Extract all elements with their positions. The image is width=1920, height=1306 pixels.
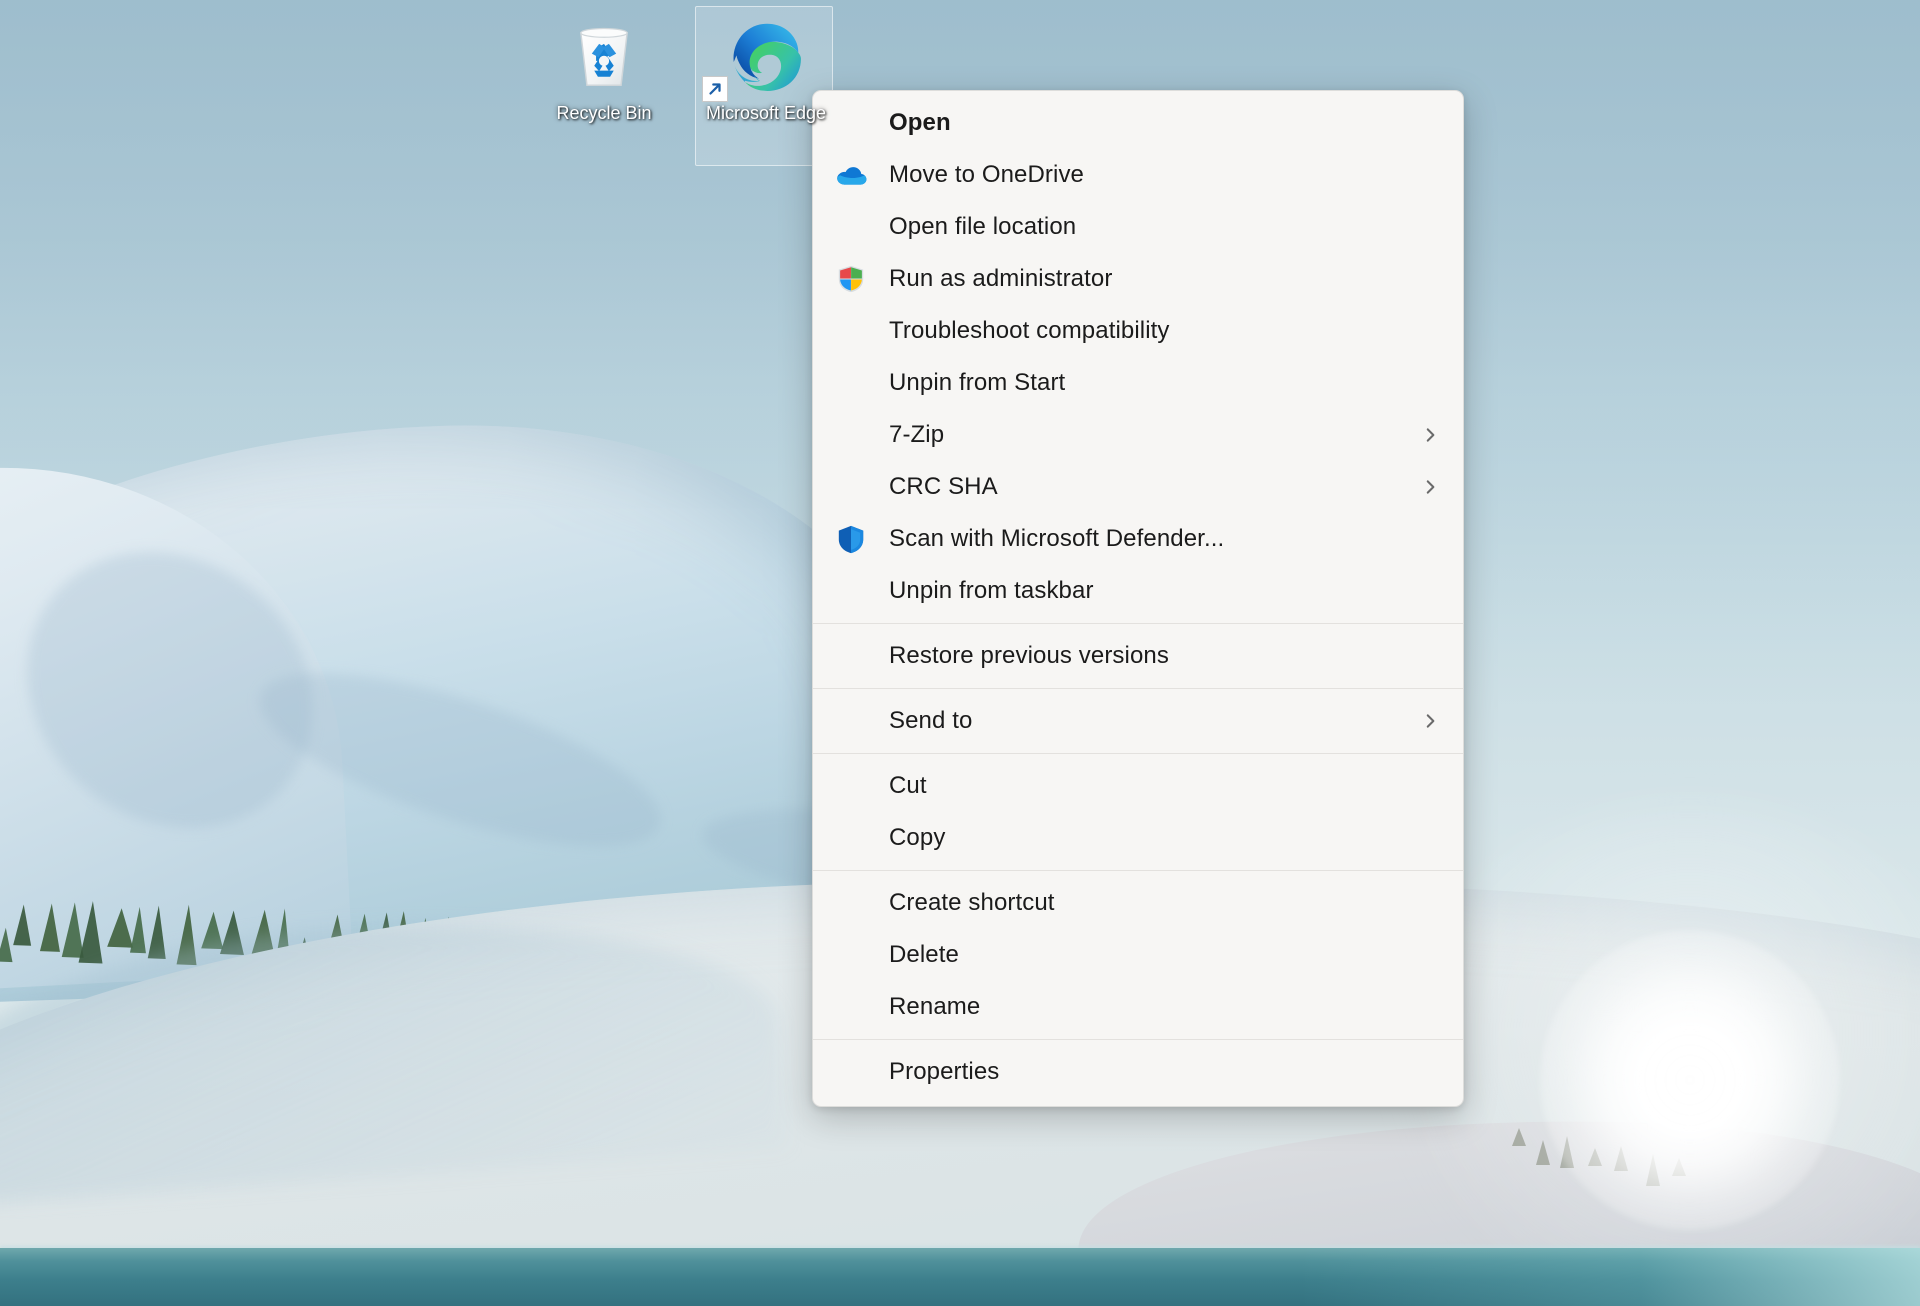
menu-group: Create shortcut Delete Rename [813, 877, 1463, 1033]
menu-item-label: Unpin from taskbar [889, 577, 1415, 605]
menu-item-label: 7-Zip [889, 421, 1415, 449]
menu-item-copy[interactable]: Copy [813, 812, 1463, 864]
shortcut-overlay-icon [702, 76, 728, 102]
menu-separator [813, 1039, 1463, 1040]
menu-group: Restore previous versions [813, 630, 1463, 682]
menu-item-label: Rename [889, 993, 1415, 1021]
menu-item-label: Delete [889, 941, 1415, 969]
menu-item-unpin-from-taskbar[interactable]: Unpin from taskbar [813, 565, 1463, 617]
menu-item-label: Restore previous versions [889, 642, 1415, 670]
wallpaper-tree [130, 907, 148, 954]
menu-item-label: Troubleshoot compatibility [889, 317, 1415, 345]
menu-group: Send to [813, 695, 1463, 747]
menu-item-label: Run as administrator [889, 265, 1415, 293]
menu-item-label: CRC SHA [889, 473, 1415, 501]
menu-item-open-file-location[interactable]: Open file location [813, 201, 1463, 253]
menu-item-open[interactable]: Open [813, 97, 1463, 149]
menu-item-label: Open file location [889, 213, 1415, 241]
menu-item-troubleshoot-compatibility[interactable]: Troubleshoot compatibility [813, 305, 1463, 357]
menu-separator [813, 753, 1463, 754]
menu-item-label: Unpin from Start [889, 369, 1415, 397]
menu-separator [813, 688, 1463, 689]
wallpaper-tree [40, 903, 62, 952]
menu-separator [813, 623, 1463, 624]
menu-separator [813, 870, 1463, 871]
onedrive-icon [813, 158, 889, 192]
menu-item-cut[interactable]: Cut [813, 760, 1463, 812]
context-menu[interactable]: Open Move to OneDrive Open file location Ru… [812, 90, 1464, 1107]
menu-item-crc-sha[interactable]: CRC SHA [813, 461, 1463, 513]
chevron-right-icon [1415, 426, 1445, 444]
menu-item-label: Move to OneDrive [889, 161, 1415, 189]
menu-item-label: Copy [889, 824, 1415, 852]
desktop-icon-recycle-bin[interactable]: Recycle Bin [538, 10, 670, 125]
chevron-right-icon [1415, 478, 1445, 496]
wallpaper-tree [148, 905, 168, 959]
menu-item-7-zip[interactable]: 7-Zip [813, 409, 1463, 461]
menu-item-label: Open [889, 109, 1415, 137]
menu-item-properties[interactable]: Properties [813, 1046, 1463, 1098]
menu-item-move-to-onedrive[interactable]: Move to OneDrive [813, 149, 1463, 201]
sun-icon [1540, 930, 1840, 1230]
menu-item-label: Scan with Microsoft Defender... [889, 525, 1415, 553]
uac-shield-icon [813, 264, 889, 294]
wallpaper-water-highlight [1300, 1248, 1920, 1306]
desktop-icon-label: Recycle Bin [538, 102, 670, 125]
wallpaper-tree [13, 904, 33, 946]
chevron-right-icon [1415, 712, 1445, 730]
desktop-icon-label: Microsoft Edge [700, 102, 832, 125]
menu-group: Cut Copy [813, 760, 1463, 864]
menu-item-send-to[interactable]: Send to [813, 695, 1463, 747]
menu-item-rename[interactable]: Rename [813, 981, 1463, 1033]
wallpaper-tree [0, 927, 14, 962]
menu-item-label: Send to [889, 707, 1415, 735]
menu-item-label: Create shortcut [889, 889, 1415, 917]
wallpaper-tree [79, 901, 105, 964]
menu-item-run-as-administrator[interactable]: Run as administrator [813, 253, 1463, 305]
menu-item-unpin-from-start[interactable]: Unpin from Start [813, 357, 1463, 409]
menu-group: Properties [813, 1046, 1463, 1098]
desktop-surface[interactable]: Recycle Bin [0, 0, 1920, 1306]
menu-item-delete[interactable]: Delete [813, 929, 1463, 981]
menu-item-restore-previous-versions[interactable]: Restore previous versions [813, 630, 1463, 682]
defender-shield-icon [813, 524, 889, 554]
recycle-bin-icon [538, 10, 670, 102]
menu-item-create-shortcut[interactable]: Create shortcut [813, 877, 1463, 929]
desktop-icon-microsoft-edge[interactable]: Microsoft Edge [700, 10, 832, 125]
menu-group: Open Move to OneDrive Open file location Ru… [813, 97, 1463, 617]
menu-item-scan-with-microsoft-defender[interactable]: Scan with Microsoft Defender... [813, 513, 1463, 565]
microsoft-edge-icon [700, 10, 832, 102]
menu-item-label: Properties [889, 1058, 1415, 1086]
menu-item-label: Cut [889, 772, 1415, 800]
